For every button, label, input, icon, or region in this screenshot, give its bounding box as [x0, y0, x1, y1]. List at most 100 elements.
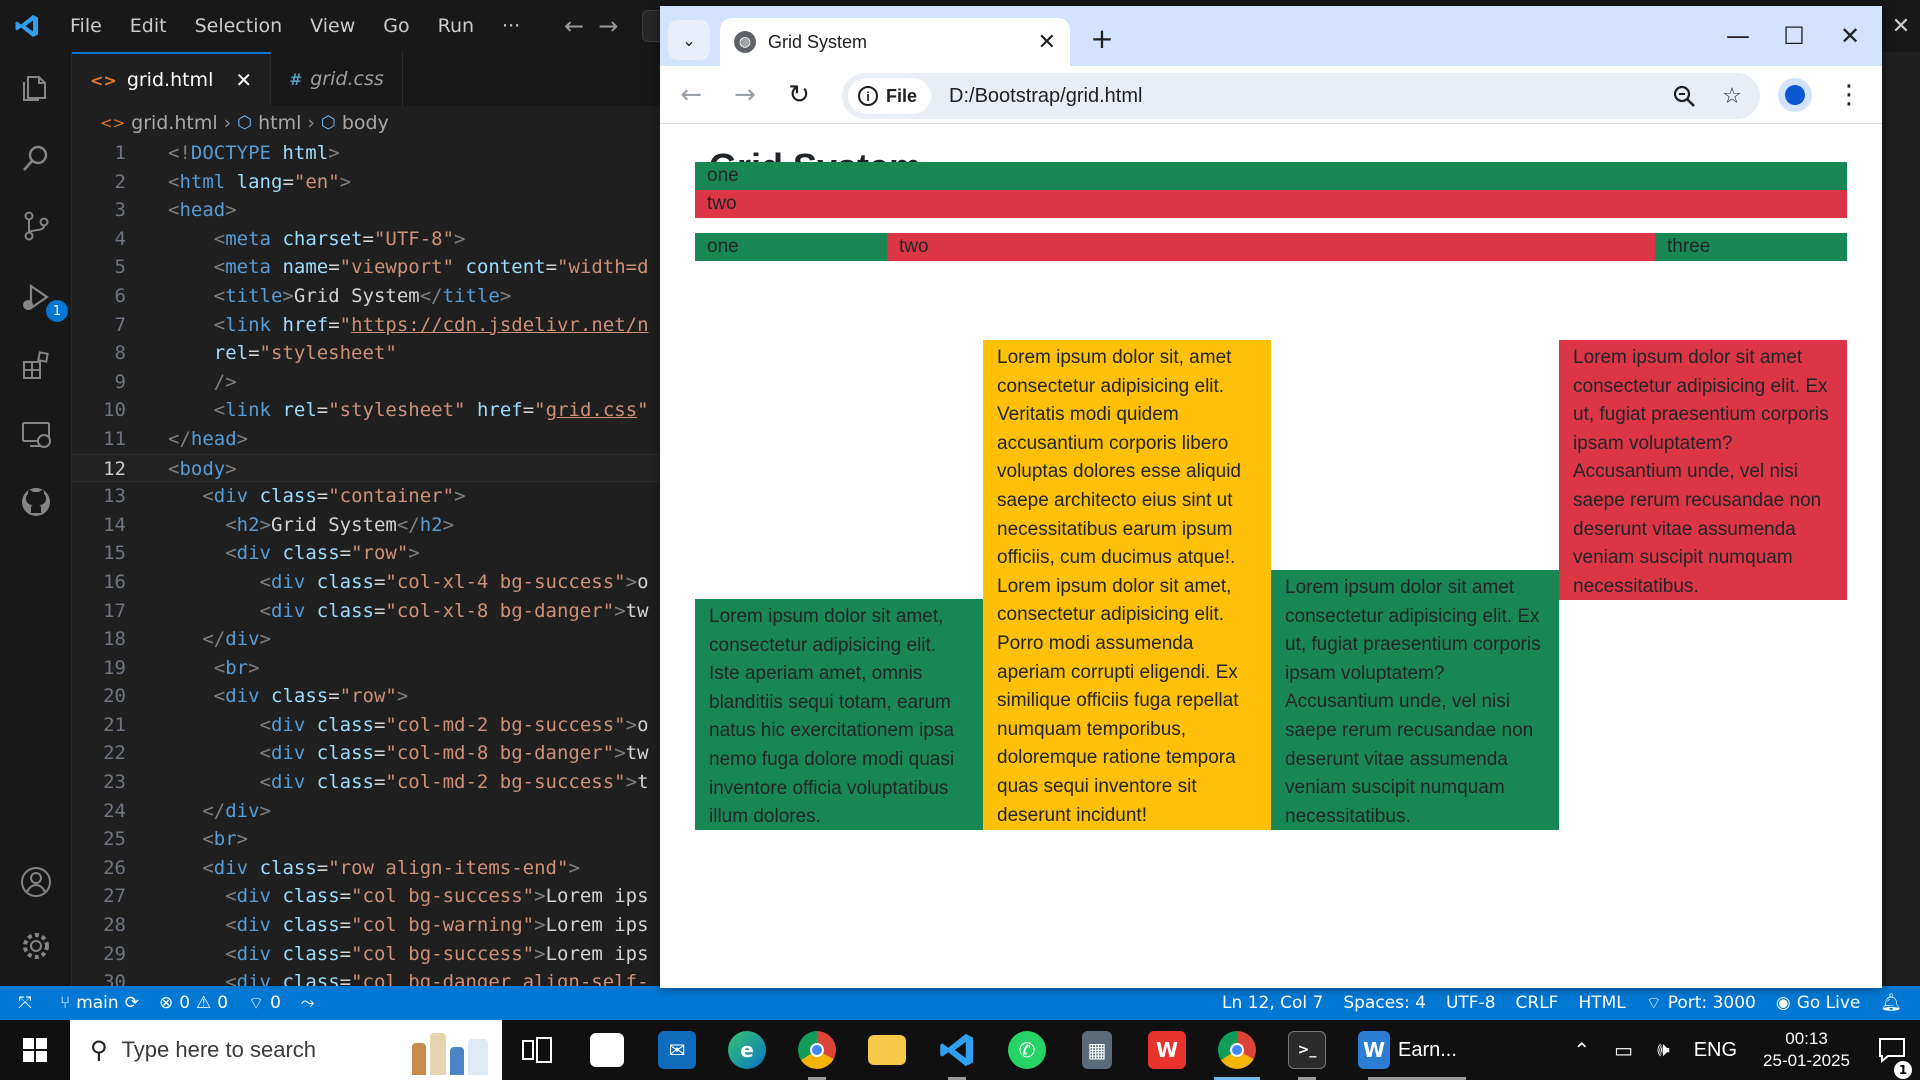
word-document-taskbar[interactable]: W Earn...: [1342, 1020, 1492, 1080]
url-text[interactable]: D:/Bootstrap/grid.html: [949, 85, 1664, 108]
breadcrumb-html[interactable]: html: [258, 112, 301, 134]
code-line[interactable]: 24 </div>: [72, 797, 672, 826]
kebab-menu-icon[interactable]: ⋮: [1834, 78, 1864, 112]
menu-edit[interactable]: Edit: [116, 15, 181, 37]
code-line[interactable]: 22 <div class="col-md-8 bg-danger">tw: [72, 739, 672, 768]
calculator-icon[interactable]: ▦: [1062, 1020, 1132, 1080]
maximize-icon[interactable]: ☐: [1766, 18, 1822, 54]
code-line[interactable]: 3 <head>: [72, 196, 672, 225]
code-line[interactable]: 2 <html lang="en">: [72, 168, 672, 197]
notifications-bell-icon[interactable]: 🔔︎: [1870, 993, 1920, 1013]
code-line[interactable]: 15 <div class="row">: [72, 539, 672, 568]
code-line[interactable]: 12 <body>: [72, 453, 672, 483]
menu-run[interactable]: Run: [424, 15, 488, 37]
cursor-position[interactable]: Ln 12, Col 7: [1212, 993, 1333, 1013]
tab-close-icon[interactable]: ✕: [1038, 30, 1056, 55]
tab-grid-css[interactable]: # grid.css: [271, 52, 403, 106]
chevron-up-icon[interactable]: ⌃: [1561, 1038, 1602, 1063]
code-line[interactable]: 29 <div class="col bg-success">Lorem ips: [72, 940, 672, 969]
vscode-taskbar-icon[interactable]: [922, 1020, 992, 1080]
new-tab-plus-icon[interactable]: +: [1084, 20, 1120, 56]
code-line[interactable]: 10 <link rel="stylesheet" href="grid.css…: [72, 396, 672, 425]
language-mode[interactable]: HTML: [1568, 993, 1635, 1013]
mail-icon[interactable]: ✉: [642, 1020, 712, 1080]
windows-start-icon[interactable]: [0, 1020, 70, 1080]
code-line[interactable]: 11 </head>: [72, 425, 672, 454]
code-line[interactable]: 16 <div class="col-xl-4 bg-success">o: [72, 568, 672, 597]
tab-search-chevron-down-icon[interactable]: ⌄: [668, 20, 710, 60]
code-line[interactable]: 23 <div class="col-md-2 bg-success">t: [72, 768, 672, 797]
remote-explorer-icon[interactable]: [12, 410, 60, 458]
code-line[interactable]: 20 <div class="row">: [72, 682, 672, 711]
forward-arrow-icon[interactable]: →: [598, 12, 618, 40]
search-icon[interactable]: [12, 134, 60, 182]
bookmark-star-icon[interactable]: ☆: [1712, 76, 1752, 116]
tab-grid-html[interactable]: <> grid.html ✕: [72, 52, 272, 106]
breadcrumb-file[interactable]: grid.html: [131, 112, 218, 134]
code-line[interactable]: 27 <div class="col bg-success">Lorem ips: [72, 882, 672, 911]
code-line[interactable]: 9 />: [72, 368, 672, 397]
site-info-chip[interactable]: i File: [848, 78, 932, 114]
battery-icon[interactable]: ▭: [1602, 1038, 1645, 1063]
code-line[interactable]: 30 <div class="col bg-danger align-self-: [72, 968, 672, 987]
volume-icon[interactable]: 🕪︎: [1645, 1039, 1682, 1062]
notification-center-icon[interactable]: 1: [1864, 1037, 1920, 1079]
menu-view[interactable]: View: [296, 15, 369, 37]
port-indicator[interactable]: ⌔ Port: 3000: [1636, 993, 1766, 1014]
code-line[interactable]: 17 <div class="col-xl-8 bg-danger">tw: [72, 597, 672, 626]
settings-gear-icon[interactable]: [12, 922, 60, 970]
code-line[interactable]: 14 <h2>Grid System</h2>: [72, 511, 672, 540]
taskbar-search-box[interactable]: ⚲ Type here to search: [70, 1020, 502, 1080]
close-window-icon[interactable]: ✕: [1822, 18, 1878, 54]
breadcrumb-body[interactable]: body: [342, 112, 389, 134]
ports-indicator[interactable]: ⌔ 0: [238, 993, 291, 1014]
back-arrow-icon[interactable]: ←: [564, 12, 584, 40]
source-control-icon[interactable]: [12, 202, 60, 250]
close-icon[interactable]: ✕: [1882, 0, 1920, 52]
forward-arrow-icon[interactable]: →: [726, 76, 764, 114]
remote-indicator-icon[interactable]: ⤧: [0, 993, 50, 1013]
menu-selection[interactable]: Selection: [181, 15, 297, 37]
code-editor[interactable]: 1 <!DOCTYPE html> 2 <html lang="en"> 3 <head>…: [72, 139, 672, 987]
branch-indicator[interactable]: ⑂ main ⟳: [50, 993, 149, 1013]
browser-tab[interactable]: ◍ Grid System ✕: [720, 18, 1070, 66]
file-explorer-icon[interactable]: [852, 1020, 922, 1080]
minimize-icon[interactable]: —: [1710, 18, 1766, 54]
code-line[interactable]: 28 <div class="col bg-warning">Lorem ips: [72, 911, 672, 940]
terminal-icon[interactable]: >_: [1272, 1020, 1342, 1080]
extensions-icon[interactable]: [12, 342, 60, 390]
menu-more[interactable]: ···: [488, 15, 534, 37]
accounts-icon[interactable]: [12, 858, 60, 906]
chrome-profile-icon[interactable]: [782, 1020, 852, 1080]
run-debug-icon[interactable]: 1: [12, 274, 68, 322]
explorer-icon[interactable]: [12, 64, 60, 112]
profile-avatar-icon[interactable]: [1778, 78, 1812, 112]
code-line[interactable]: 13 <div class="container">: [72, 482, 672, 511]
back-arrow-icon[interactable]: ←: [672, 76, 710, 114]
code-line[interactable]: 6 <title>Grid System</title>: [72, 282, 672, 311]
clock[interactable]: 00:13 25-01-2025: [1749, 1028, 1864, 1072]
task-view-icon[interactable]: [502, 1020, 572, 1080]
github-icon[interactable]: [12, 478, 60, 526]
whatsapp-icon[interactable]: ✆: [992, 1020, 1062, 1080]
code-line[interactable]: 26 <div class="row align-items-end">: [72, 854, 672, 883]
go-live-button[interactable]: ◉ Go Live: [1766, 993, 1871, 1013]
code-line[interactable]: 1 <!DOCTYPE html>: [72, 139, 672, 168]
code-line[interactable]: 7 <link href="https://cdn.jsdelivr.net/n: [72, 311, 672, 340]
menu-file[interactable]: File: [56, 15, 116, 37]
edge-browser-icon[interactable]: e: [712, 1020, 782, 1080]
code-line[interactable]: 25 <br>: [72, 825, 672, 854]
zoom-icon[interactable]: [1664, 76, 1704, 116]
live-share-icon[interactable]: ⤳: [291, 993, 325, 1013]
encoding[interactable]: UTF-8: [1436, 993, 1506, 1013]
code-line[interactable]: 21 <div class="col-md-2 bg-success">o: [72, 711, 672, 740]
address-bar[interactable]: i File D:/Bootstrap/grid.html ☆: [842, 73, 1760, 119]
code-line[interactable]: 18 </div>: [72, 625, 672, 654]
chrome-taskbar-icon[interactable]: [1202, 1020, 1272, 1080]
code-line[interactable]: 4 <meta charset="UTF-8">: [72, 225, 672, 254]
reload-icon[interactable]: ↻: [780, 76, 818, 114]
tab-close-icon[interactable]: ✕: [235, 68, 252, 92]
problems-indicator[interactable]: ⊗ 0 ⚠ 0: [149, 993, 238, 1013]
microsoft-store-icon[interactable]: [572, 1020, 642, 1080]
indentation[interactable]: Spaces: 4: [1333, 993, 1436, 1013]
